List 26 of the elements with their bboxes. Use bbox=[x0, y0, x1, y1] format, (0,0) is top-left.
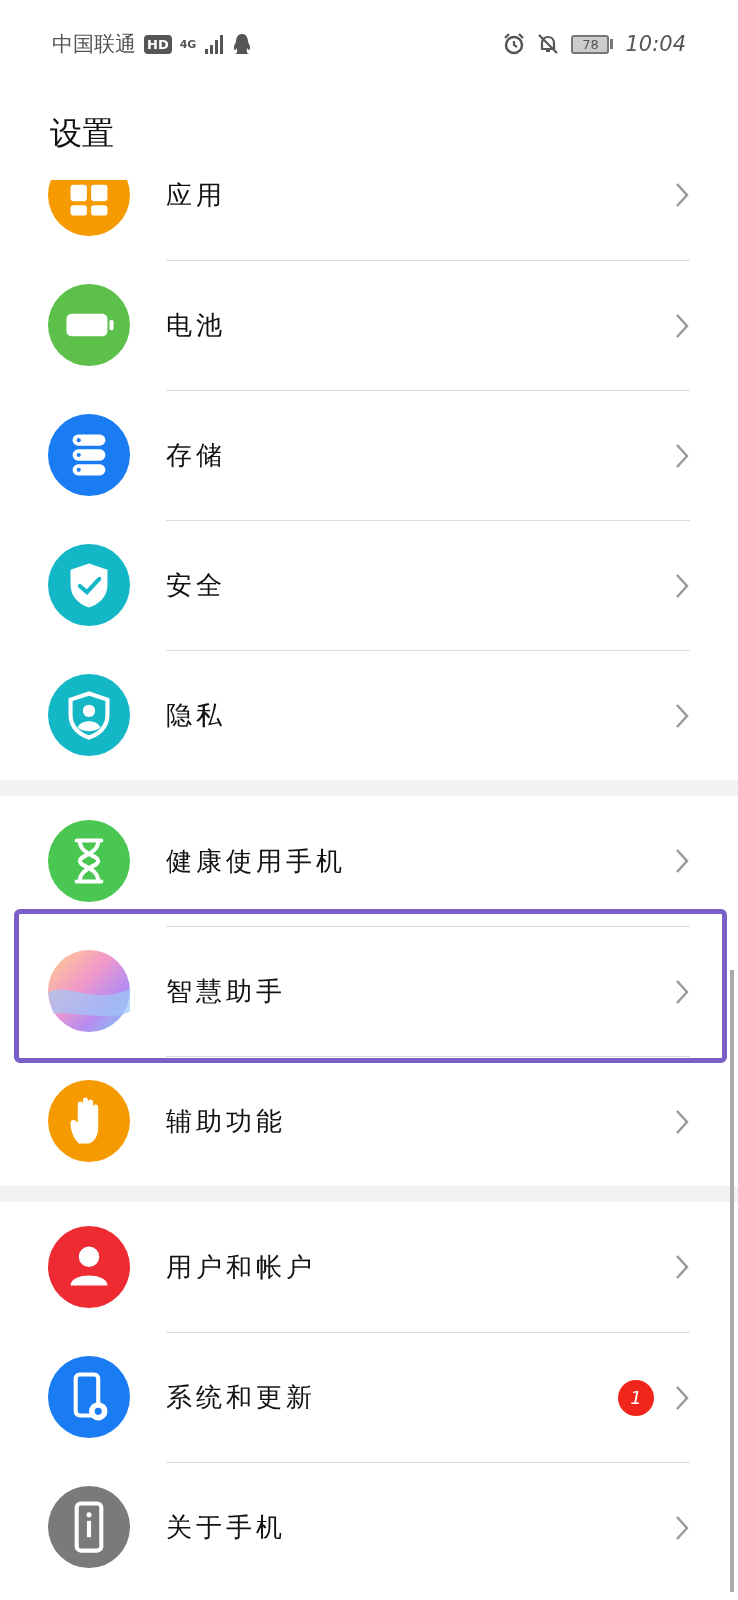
settings-item[interactable]: 用户和帐户 bbox=[166, 1249, 316, 1285]
hd-indicator: HD bbox=[144, 34, 172, 54]
settings-item[interactable]: 隐私 bbox=[166, 698, 226, 733]
battery-indicator: 78 bbox=[571, 34, 614, 54]
settings-item[interactable]: 智慧助手 bbox=[166, 974, 286, 1009]
settings-item[interactable]: 存储 bbox=[166, 438, 226, 473]
settings-item[interactable]: 关于手机 bbox=[166, 1510, 286, 1545]
notification-badge: 1 bbox=[618, 1379, 654, 1416]
settings-item[interactable]: 系统和更新 bbox=[166, 1380, 316, 1415]
settings-item[interactable]: 辅助功能 bbox=[166, 1104, 286, 1139]
chevron-right-icon bbox=[674, 847, 690, 875]
carrier-name: 中国联通 bbox=[52, 31, 136, 58]
alarm-icon bbox=[503, 33, 526, 55]
settings-item[interactable]: 应用 bbox=[166, 177, 226, 213]
chevron-right-icon bbox=[674, 181, 690, 209]
signal-icon bbox=[204, 34, 225, 54]
assistant-settings-icon bbox=[48, 950, 130, 1032]
penguin-icon bbox=[232, 33, 253, 55]
page-title: 设置 bbox=[50, 113, 114, 154]
network-type: 4G bbox=[179, 37, 197, 51]
settings-item[interactable]: 健康使用手机 bbox=[166, 843, 346, 879]
muted-bell-icon bbox=[537, 33, 560, 55]
clock-time: 10:04 bbox=[625, 32, 686, 56]
chevron-right-icon bbox=[674, 1253, 690, 1281]
settings-item[interactable]: 电池 bbox=[166, 308, 226, 343]
settings-item[interactable]: 安全 bbox=[166, 568, 226, 603]
